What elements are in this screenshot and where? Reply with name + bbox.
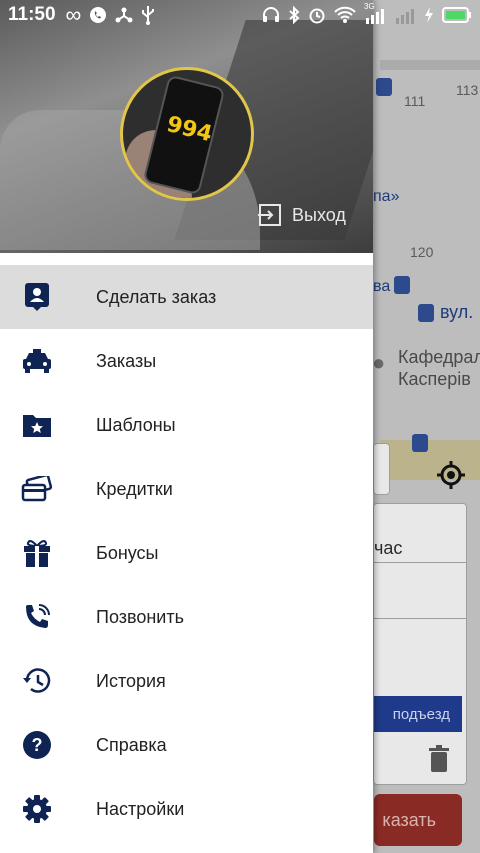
bus-stop-icon: [412, 434, 428, 452]
bus-stop-icon: [376, 78, 392, 96]
cell-network-type: 3G: [364, 2, 375, 11]
menu-item-orders[interactable]: Заказы: [0, 329, 373, 393]
cell-signal-icon: 3G: [364, 2, 386, 26]
gift-icon: [20, 536, 54, 570]
time-field-text[interactable]: час: [374, 538, 402, 559]
map-label-kasperiv: Касперів: [398, 369, 471, 389]
map-pin-icon: ●: [372, 350, 386, 375]
logout-icon: [258, 204, 281, 226]
svg-text:?: ?: [32, 735, 43, 755]
credit-cards-icon: [20, 472, 54, 506]
menu-item-label: Справка: [96, 734, 167, 755]
menu-item-history[interactable]: История: [0, 649, 373, 713]
phone-call-icon: [20, 600, 54, 634]
map-label-113: 113: [456, 82, 479, 98]
avatar-number: 994: [164, 111, 215, 148]
viber-icon: [89, 4, 107, 26]
status-bar: 11:50 ∞ 3G: [0, 0, 480, 30]
help-icon: ?: [20, 728, 54, 762]
menu-item-help[interactable]: ? Справка: [0, 713, 373, 777]
bus-stop-icon: [394, 276, 410, 294]
order-button-label: казать: [382, 809, 436, 830]
entrance-button[interactable]: подъезд: [374, 696, 462, 732]
history-icon: [20, 664, 54, 698]
avatar[interactable]: 994: [120, 67, 254, 201]
menu-item-credit-cards[interactable]: Кредитки: [0, 457, 373, 521]
menu-item-make-order[interactable]: Сделать заказ: [0, 265, 373, 329]
menu-item-label: История: [96, 670, 166, 691]
star-folder-icon: [20, 408, 54, 442]
wifi-icon: [334, 4, 356, 26]
entrance-button-label: подъезд: [392, 705, 450, 723]
taxi-car-icon: [20, 344, 54, 378]
usb-icon: [141, 4, 155, 26]
trash-icon[interactable]: [428, 745, 450, 773]
menu-item-call[interactable]: Позвонить: [0, 585, 373, 649]
menu-item-label: Шаблоны: [96, 414, 176, 435]
logout-button[interactable]: Выход: [258, 203, 346, 227]
status-time: 11:50: [8, 4, 56, 25]
menu-item-settings[interactable]: Настройки: [0, 777, 373, 841]
map-label-120: 120: [410, 244, 434, 260]
menu-item-label: Настройки: [96, 798, 185, 819]
bluetooth-icon: [288, 4, 300, 26]
drawer-header: 994 Выход: [0, 0, 373, 253]
bus-stop-icon: [418, 304, 434, 322]
cell-signal-2-icon: [394, 4, 416, 26]
order-button[interactable]: казать: [374, 794, 462, 846]
settings-gear-icon: [20, 792, 54, 826]
menu-item-templates[interactable]: Шаблоны: [0, 393, 373, 457]
infinity-icon: ∞: [65, 2, 82, 27]
battery-icon: [442, 4, 472, 26]
drawer-menu: Сделать заказ Заказы Шаблоны Кредитки Бо…: [0, 265, 373, 841]
map-label-street-vul: вул.: [440, 302, 474, 322]
logout-label: Выход: [292, 204, 346, 225]
address-card[interactable]: [373, 443, 390, 495]
navigation-drawer: 994 Выход Сделать заказ Заказы Шаблоны К…: [0, 0, 373, 853]
map-label-111: 111: [404, 93, 426, 109]
headphones-icon: [262, 4, 280, 26]
map-label-street-pa: па»: [373, 188, 400, 205]
menu-item-label: Кредитки: [96, 478, 173, 499]
menu-item-label: Заказы: [96, 350, 157, 371]
alarm-icon: [308, 4, 326, 26]
share-icon: [115, 4, 133, 26]
menu-item-label: Позвонить: [96, 606, 184, 627]
charging-icon: [424, 4, 434, 26]
contact-card-icon: [20, 280, 54, 314]
map-label-kafedral: Кафедрал: [398, 347, 480, 367]
menu-item-bonuses[interactable]: Бонусы: [0, 521, 373, 585]
map-label-street-va: ва: [373, 278, 391, 295]
my-location-icon[interactable]: [436, 460, 466, 490]
menu-item-label: Сделать заказ: [96, 286, 217, 307]
menu-item-label: Бонусы: [96, 542, 159, 563]
